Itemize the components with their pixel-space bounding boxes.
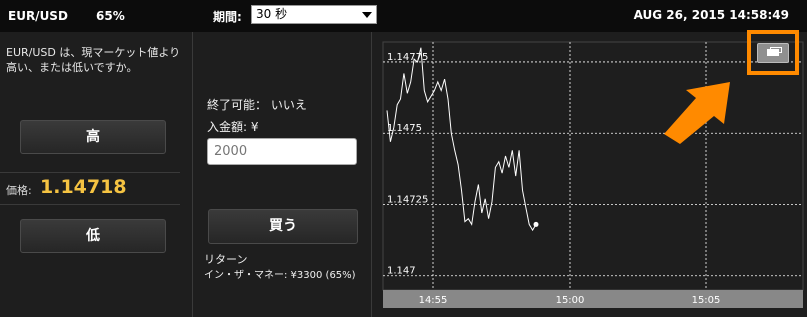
- order-panel: 終了可能： いいえ 入金額: ¥ 買う リターン イン・ザ・マネー: ¥3300…: [194, 32, 372, 317]
- low-button[interactable]: 低: [20, 219, 166, 253]
- high-button[interactable]: 高: [20, 120, 166, 154]
- divider: [0, 172, 180, 173]
- y-tick-label: 1.147: [387, 266, 416, 277]
- price-label: 価格:: [6, 184, 32, 197]
- current-price-point: [533, 221, 539, 227]
- y-tick-label: 1.14725: [387, 194, 428, 205]
- buy-button[interactable]: 買う: [208, 209, 358, 244]
- expire-text: 終了可能： いいえ: [207, 98, 307, 112]
- return-label: リターン: [204, 253, 248, 266]
- price-value: 1.14718: [40, 176, 127, 198]
- expand-chart-button[interactable]: [747, 30, 799, 75]
- expand-chart-icon: [757, 43, 789, 63]
- x-tick-label: 15:05: [692, 295, 721, 306]
- x-tick-label: 15:00: [556, 295, 585, 306]
- period-select[interactable]: 30 秒: [251, 5, 377, 24]
- top-bar: EUR/USD 65% 期間: 30 秒 AUG 26, 2015 14:58:…: [0, 0, 807, 32]
- divider: [0, 204, 180, 205]
- amount-input[interactable]: [207, 138, 357, 165]
- question-text: EUR/USD は、現マーケット値より高い、または低いですか。: [6, 46, 181, 74]
- annotation-arrow-icon: [664, 82, 730, 144]
- payout-percent: 65%: [96, 9, 125, 23]
- deposit-label: 入金額: ¥: [207, 120, 259, 134]
- x-tick-label: 14:55: [419, 295, 448, 306]
- currency-pair: EUR/USD: [8, 9, 68, 23]
- datetime: AUG 26, 2015 14:58:49: [633, 8, 789, 22]
- left-panel: EUR/USD は、現マーケット値より高い、または低いですか。 高 価格: 1.…: [0, 32, 193, 317]
- chart-svg: 1.147751.14751.147251.147 14:55 15:00 15:0…: [382, 41, 804, 308]
- chevron-down-icon: [362, 12, 372, 18]
- period-label: 期間:: [213, 10, 242, 24]
- price-chart[interactable]: 1.14775 1.1475 1.14725 1.147 14:55 15:00 15:0…: [373, 32, 807, 317]
- period-select-value: 30 秒: [256, 7, 288, 21]
- return-value: イン・ザ・マネー: ¥3300 (65%): [204, 270, 356, 281]
